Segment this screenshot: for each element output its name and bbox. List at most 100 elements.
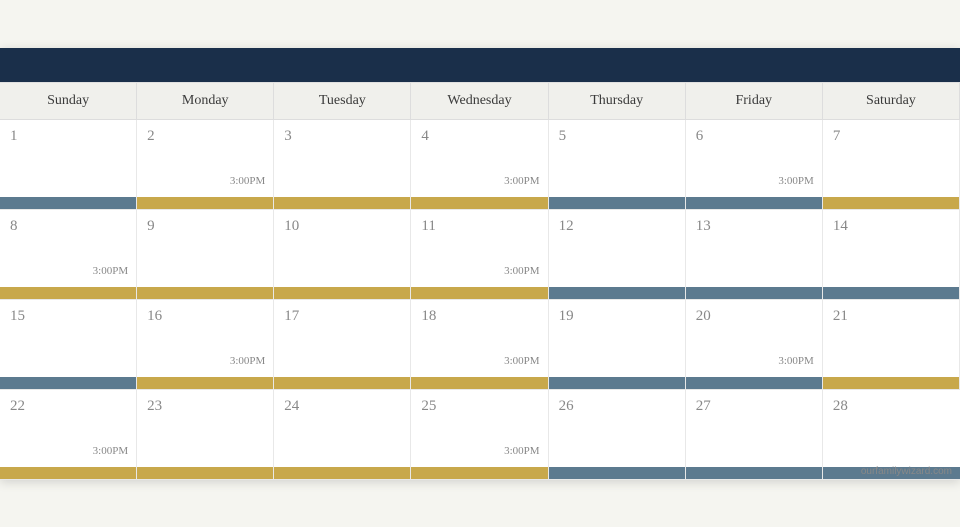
custody-bar-blue <box>823 287 959 299</box>
custody-bar-blue <box>549 287 685 299</box>
day-cell: 21 <box>823 300 960 390</box>
day-cell: 15 <box>0 300 137 390</box>
day-number: 7 <box>833 128 949 145</box>
custody-bar-gold <box>274 467 410 479</box>
day-number: 17 <box>284 308 400 325</box>
custody-bar-gold <box>411 197 547 209</box>
day-header-friday: Friday <box>686 83 823 120</box>
custody-bar-gold <box>274 197 410 209</box>
day-cell: 14 <box>823 210 960 300</box>
day-cell: 13 <box>686 210 823 300</box>
day-number: 22 <box>10 398 126 415</box>
calendar-title <box>0 48 960 82</box>
day-number: 23 <box>147 398 263 415</box>
custody-bar-gold <box>137 287 273 299</box>
time-label: 3:00PM <box>504 355 539 367</box>
day-cell: 19 <box>549 300 686 390</box>
time-label: 3:00PM <box>778 175 813 187</box>
custody-bar-blue <box>686 287 822 299</box>
time-label: 3:00PM <box>504 265 539 277</box>
time-label: 3:00PM <box>230 175 265 187</box>
day-cell: 6 3:00PM <box>686 120 823 210</box>
custody-bar-gold <box>823 197 959 209</box>
day-header-tuesday: Tuesday <box>274 83 411 120</box>
day-cell: 26 <box>549 390 686 480</box>
custody-bar-gold <box>137 467 273 479</box>
day-cell: 7 <box>823 120 960 210</box>
time-label: 3:00PM <box>230 355 265 367</box>
day-number: 14 <box>833 218 949 235</box>
day-cell: 25 3:00PM <box>411 390 548 480</box>
day-header-saturday: Saturday <box>823 83 960 120</box>
day-cell: 4 3:00PM <box>411 120 548 210</box>
day-number: 12 <box>559 218 675 235</box>
custody-bar-blue <box>0 197 136 209</box>
watermark: ourfamilywizard.com <box>861 466 952 477</box>
day-cell: 5 <box>549 120 686 210</box>
day-cell: 16 3:00PM <box>137 300 274 390</box>
day-number: 8 <box>10 218 126 235</box>
custody-bar-gold <box>411 467 547 479</box>
custody-bar-blue <box>0 377 136 389</box>
day-header-monday: Monday <box>137 83 274 120</box>
day-cell: 1 <box>0 120 137 210</box>
custody-bar-blue <box>549 197 685 209</box>
time-label: 3:00PM <box>504 175 539 187</box>
day-number: 21 <box>833 308 949 325</box>
day-number: 13 <box>696 218 812 235</box>
day-cell: 22 3:00PM <box>0 390 137 480</box>
day-cell: 20 3:00PM <box>686 300 823 390</box>
day-cell: 28ourfamilywizard.com <box>823 390 960 480</box>
day-number: 9 <box>147 218 263 235</box>
day-number: 15 <box>10 308 126 325</box>
custody-bar-blue <box>686 197 822 209</box>
day-cell: 27 <box>686 390 823 480</box>
day-number: 5 <box>559 128 675 145</box>
day-number: 24 <box>284 398 400 415</box>
custody-bar-gold <box>274 377 410 389</box>
day-cell: 2 3:00PM <box>137 120 274 210</box>
day-cell: 17 <box>274 300 411 390</box>
custody-bar-gold <box>411 287 547 299</box>
day-number: 25 <box>421 398 537 415</box>
day-cell: 113:00PM <box>411 210 548 300</box>
time-label: 3:00PM <box>93 445 128 457</box>
custody-bar-blue <box>549 467 685 479</box>
custody-bar-gold <box>0 287 136 299</box>
time-label: 3:00PM <box>504 445 539 457</box>
day-cell: 10 <box>274 210 411 300</box>
day-number: 10 <box>284 218 400 235</box>
custody-bar-blue <box>686 377 822 389</box>
custody-bar-gold <box>0 467 136 479</box>
day-number: 26 <box>559 398 675 415</box>
day-cell: 18 3:00PM <box>411 300 548 390</box>
custody-bar-gold <box>137 377 273 389</box>
custody-bar-gold <box>823 377 959 389</box>
day-header-wednesday: Wednesday <box>411 83 548 120</box>
calendar-grid: SundayMondayTuesdayWednesdayThursdayFrid… <box>0 82 960 480</box>
calendar-container: SundayMondayTuesdayWednesdayThursdayFrid… <box>0 48 960 480</box>
day-cell: 23 <box>137 390 274 480</box>
custody-bar-gold <box>137 197 273 209</box>
time-label: 3:00PM <box>778 355 813 367</box>
day-cell: 9 <box>137 210 274 300</box>
custody-bar-blue <box>549 377 685 389</box>
day-header-sunday: Sunday <box>0 83 137 120</box>
custody-bar-gold <box>411 377 547 389</box>
day-cell: 3 <box>274 120 411 210</box>
day-number: 2 <box>147 128 263 145</box>
day-cell: 8 3:00PM <box>0 210 137 300</box>
day-cell: 24 <box>274 390 411 480</box>
day-cell: 12 <box>549 210 686 300</box>
day-header-thursday: Thursday <box>549 83 686 120</box>
day-number: 20 <box>696 308 812 325</box>
time-label: 3:00PM <box>93 265 128 277</box>
day-number: 4 <box>421 128 537 145</box>
day-number: 27 <box>696 398 812 415</box>
day-number: 18 <box>421 308 537 325</box>
day-number: 3 <box>284 128 400 145</box>
day-number: 16 <box>147 308 263 325</box>
custody-bar-blue <box>686 467 822 479</box>
day-number: 6 <box>696 128 812 145</box>
day-number: 1 <box>10 128 126 145</box>
